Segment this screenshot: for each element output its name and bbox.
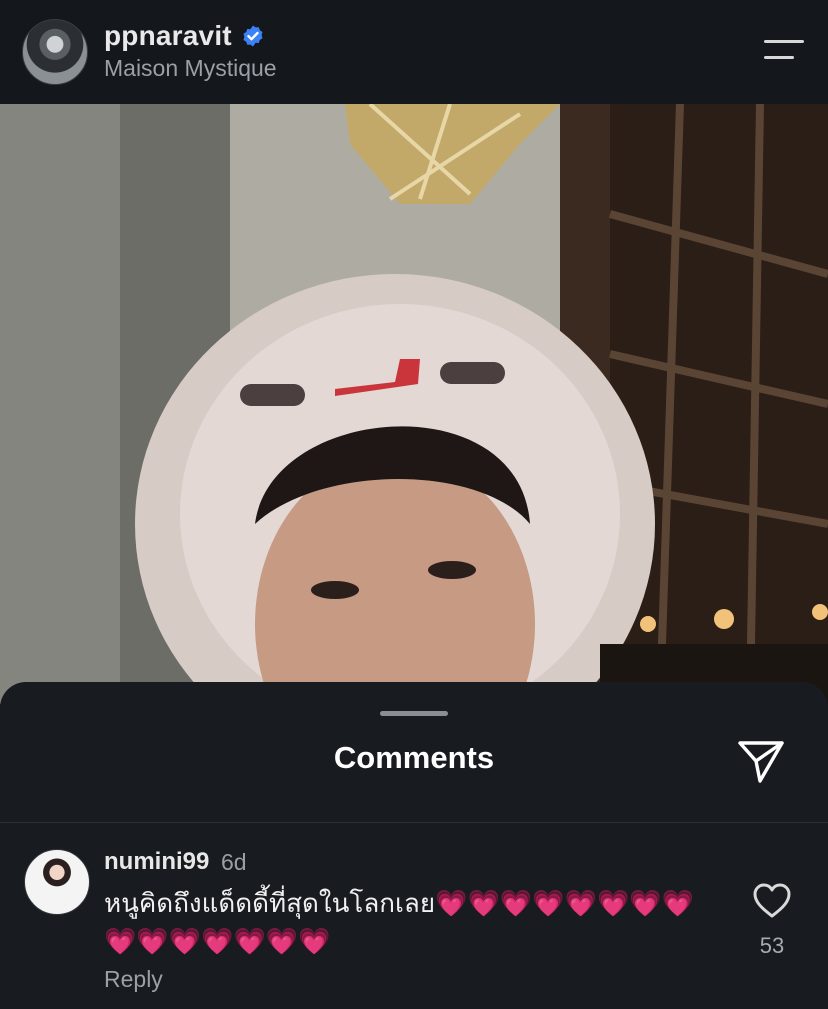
comment-timestamp: 6d [221,849,247,875]
commenter-avatar[interactable] [24,849,90,915]
heart-icon[interactable] [752,882,792,920]
like-count: 53 [759,933,785,958]
sheet-drag-handle[interactable] [380,711,448,716]
verified-badge-icon [243,25,263,47]
photo-illustration [0,104,828,704]
comments-title: Comments [333,740,495,775]
author-username[interactable]: ppnaravit [104,20,232,52]
reply-button[interactable]: Reply [104,966,163,993]
sheet-divider [0,822,828,823]
post-photo[interactable] [0,104,828,704]
send-icon[interactable] [736,737,786,785]
commenter-username[interactable]: numini99 [104,848,209,876]
post-location[interactable]: Maison Mystique [104,55,277,82]
post-header: ppnaravit Maison Mystique [0,0,828,104]
comment-text: หนูคิดถึงแด็ดดี้ที่สุดในโลกเลย💗💗💗💗💗💗💗💗💗💗… [104,888,695,956]
menu-icon[interactable] [760,38,806,64]
author-avatar[interactable] [22,19,88,85]
comments-sheet: Comments numini99 6d หนูคิดถึงแด็ดดี้ที่… [0,682,828,1009]
